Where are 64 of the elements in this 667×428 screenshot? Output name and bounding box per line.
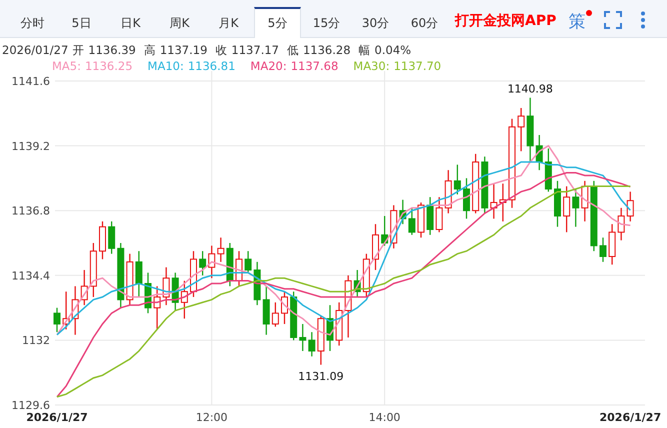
candlestick — [135, 250, 142, 298]
x-axis-label: 2026/1/27 — [599, 411, 662, 423]
more-vertical-icon[interactable] — [640, 11, 646, 29]
legend-series-name: MA30: — [353, 59, 390, 73]
quote-label: 收 — [215, 43, 228, 58]
price-annotation: 1131.09 — [298, 370, 344, 383]
period-tab[interactable]: 5日 — [58, 7, 105, 37]
period-tab[interactable]: 30分 — [352, 7, 399, 37]
period-tab[interactable]: 5分 — [254, 7, 301, 38]
candlestick — [108, 220, 116, 254]
quote-value: 1136.28 — [302, 43, 351, 58]
candlestick — [626, 191, 634, 222]
period-tab[interactable]: 周K — [156, 7, 203, 37]
candlestick — [199, 250, 206, 276]
strategy-button[interactable]: 策 — [568, 9, 592, 32]
candlestick — [563, 186, 570, 233]
y-axis-label: 1134.4 — [12, 269, 50, 282]
quote-label: 高 — [144, 43, 156, 58]
candlestick — [154, 286, 161, 330]
quote-value: 0.04% — [374, 43, 412, 58]
x-axis-label: 12:00 — [196, 411, 228, 423]
candlestick — [54, 307, 60, 333]
candlestick — [244, 250, 252, 274]
candlestick — [572, 188, 580, 228]
quote-value: 1137.17 — [231, 43, 279, 58]
y-axis-label: 1136.8 — [12, 204, 50, 218]
legend-series-name: MA20: — [250, 59, 287, 73]
quote-value: 1137.19 — [160, 43, 208, 58]
candlestick — [308, 332, 316, 357]
period-tab[interactable]: 15分 — [303, 7, 350, 37]
legend-series-name: MA5: — [52, 59, 81, 73]
open-app-link[interactable]: 打开金投网APP — [455, 12, 556, 30]
quote-label: 低 — [286, 43, 299, 58]
y-axis-label: 1141.6 — [12, 75, 50, 88]
legend-value: 1137.70 — [394, 59, 442, 73]
period-tab[interactable]: 60分 — [401, 7, 448, 37]
y-axis-label: 1129.6 — [12, 399, 50, 412]
quote-label: 开 — [72, 43, 84, 58]
candlestick — [299, 323, 306, 352]
quote-label: 2026/01/27 — [2, 43, 68, 58]
candlestick — [272, 302, 279, 328]
period-tab[interactable]: 日K — [107, 7, 154, 37]
candlestick — [463, 178, 470, 220]
y-axis-label: 1132 — [22, 334, 50, 348]
candlestick — [454, 164, 461, 195]
period-tab[interactable]: 分时 — [9, 7, 56, 37]
quote-value: 1136.39 — [88, 43, 136, 58]
period-tab[interactable]: 月K — [205, 7, 252, 37]
y-axis-label: 1139.2 — [12, 140, 50, 153]
candlestick — [518, 107, 525, 152]
candlestick — [217, 237, 224, 262]
fullscreen-icon[interactable] — [604, 11, 622, 29]
candlestick — [618, 207, 625, 241]
legend-series-name: MA10: — [148, 59, 184, 73]
legend-value: 1137.68 — [290, 59, 338, 73]
quote-label: 幅 — [358, 43, 371, 58]
legend-value: 1136.25 — [84, 59, 133, 73]
x-axis-label: 2026/1/27 — [26, 411, 88, 423]
price-annotation: 1140.98 — [507, 82, 553, 96]
x-axis-label: 14:00 — [368, 411, 400, 423]
legend-value: 1136.81 — [188, 59, 236, 73]
candlestick — [436, 196, 443, 233]
candlestick — [408, 207, 416, 236]
candlestick — [600, 237, 606, 262]
